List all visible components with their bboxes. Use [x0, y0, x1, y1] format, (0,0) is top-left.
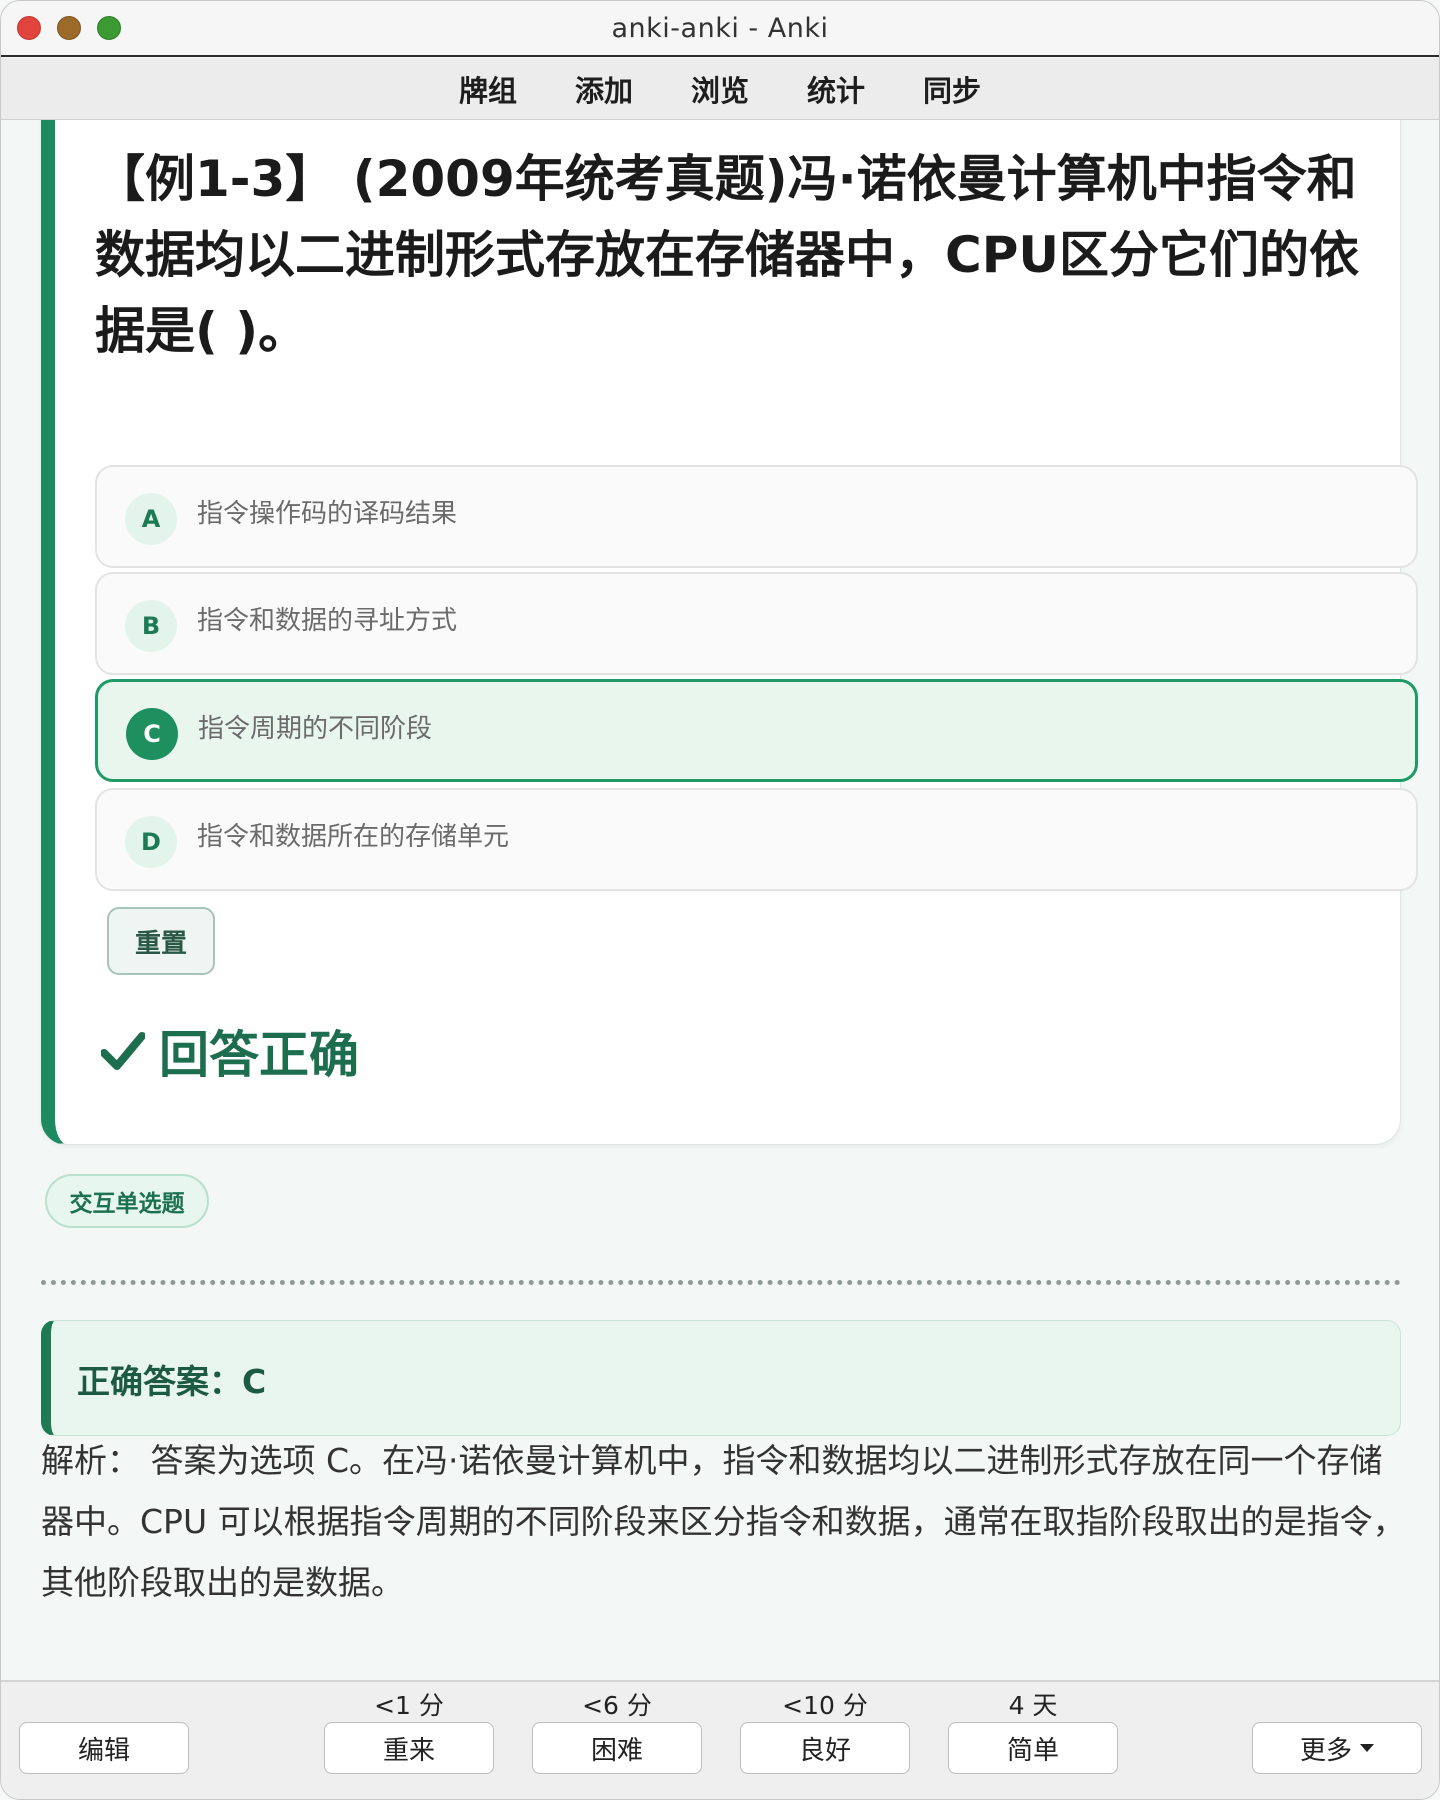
option-letter-badge: D [125, 816, 177, 868]
explanation-text: 解析： 答案为选项 C。在冯·诺依曼计算机中，指令和数据均以二进制形式存放在同一… [41, 1441, 1406, 1602]
more-label: 更多 [1299, 1735, 1352, 1766]
easy-button[interactable]: 简单 [948, 1722, 1118, 1774]
option-letter-badge: C [126, 708, 178, 760]
correct-answer-text: 正确答案：C [77, 1362, 267, 1401]
result-message: 回答正确 [101, 1016, 359, 1086]
chevron-down-icon [1360, 1744, 1374, 1752]
minimize-window-button[interactable] [57, 16, 81, 40]
note-type-tag: 交互单选题 [45, 1174, 209, 1228]
edit-button[interactable]: 编辑 [19, 1722, 189, 1774]
review-bottom-bar: 编辑 <1 分 重来 <6 分 困难 <10 分 良好 4 天 简单 更多 [1, 1680, 1439, 1799]
title-bar: anki-anki - Anki [1, 1, 1439, 57]
window-controls [17, 16, 121, 40]
result-text: 回答正确 [159, 1026, 359, 1084]
option-text: 指令操作码的译码结果 [197, 499, 458, 529]
hard-interval: <6 分 [582, 1691, 652, 1720]
easy-interval: 4 天 [1008, 1691, 1058, 1720]
more-button[interactable]: 更多 [1252, 1722, 1422, 1774]
hard-button[interactable]: 困难 [532, 1722, 702, 1774]
menu-stats[interactable]: 统计 [807, 68, 865, 110]
again-interval: <1 分 [374, 1691, 444, 1720]
option-d[interactable]: D 指令和数据所在的存储单元 [95, 788, 1418, 891]
question-text: 【例1-3】 (2009年统考真题)冯·诺依曼计算机中指令和数据均以二进制形式存… [95, 150, 1359, 360]
option-letter-badge: A [125, 493, 177, 545]
reset-button[interactable]: 重置 [107, 907, 215, 975]
option-b[interactable]: B 指令和数据的寻址方式 [95, 572, 1418, 675]
card-content-area[interactable]: 【例1-3】 (2009年统考真题)冯·诺依曼计算机中指令和数据均以二进制形式存… [1, 120, 1439, 1680]
answer-divider [41, 1280, 1401, 1285]
window-title: anki-anki - Anki [611, 12, 829, 44]
close-window-button[interactable] [17, 16, 41, 40]
menu-add[interactable]: 添加 [575, 68, 633, 110]
option-text: 指令和数据的寻址方式 [197, 606, 458, 636]
check-icon [101, 1032, 145, 1070]
option-letter-badge: B [125, 600, 177, 652]
good-button[interactable]: 良好 [740, 1722, 910, 1774]
correct-answer-box: 正确答案：C [41, 1320, 1401, 1436]
option-c[interactable]: C 指令周期的不同阶段 [95, 679, 1418, 782]
option-text: 指令和数据所在的存储单元 [197, 822, 510, 852]
anki-window: anki-anki - Anki 牌组 添加 浏览 统计 同步 【例1-3】 (… [0, 0, 1440, 1800]
menu-decks[interactable]: 牌组 [459, 68, 517, 110]
menu-sync[interactable]: 同步 [923, 68, 981, 110]
menu-browse[interactable]: 浏览 [691, 68, 749, 110]
option-text: 指令周期的不同阶段 [198, 714, 433, 744]
again-button[interactable]: 重来 [324, 1722, 494, 1774]
option-a[interactable]: A 指令操作码的译码结果 [95, 465, 1418, 568]
main-toolbar: 牌组 添加 浏览 统计 同步 [1, 58, 1439, 120]
good-interval: <10 分 [782, 1691, 868, 1720]
question-card: 【例1-3】 (2009年统考真题)冯·诺依曼计算机中指令和数据均以二进制形式存… [41, 120, 1418, 1145]
zoom-window-button[interactable] [97, 16, 121, 40]
